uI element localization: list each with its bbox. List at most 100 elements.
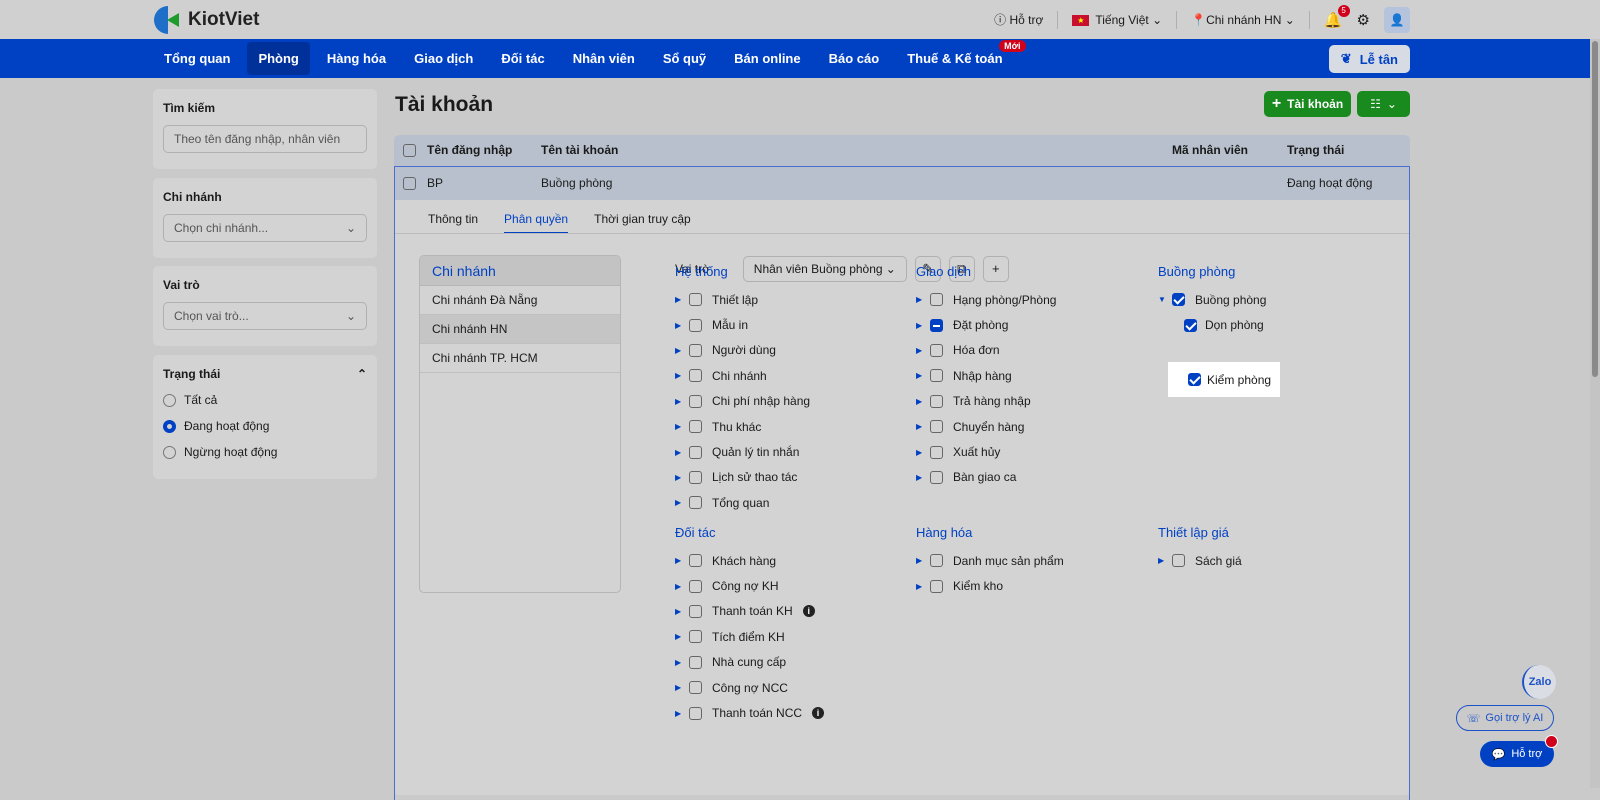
permission-checkbox[interactable] (930, 369, 943, 383)
search-input[interactable]: Theo tên đăng nhập, nhân viên (163, 125, 367, 153)
caret-right-icon[interactable]: ▶ (675, 632, 683, 641)
caret-right-icon[interactable]: ▶ (675, 709, 683, 718)
radio-selected[interactable] (163, 419, 176, 433)
permission-checkbox[interactable] (689, 630, 702, 644)
permission-checkbox[interactable] (689, 318, 702, 332)
permission-item[interactable]: ▶ Bàn giao ca (916, 465, 1056, 490)
caret-right-icon[interactable]: ▶ (675, 556, 683, 565)
col-employee-code[interactable]: Mã nhân viên (1172, 135, 1248, 166)
column-view-button[interactable]: ☷ ⌄ (1357, 91, 1410, 117)
nav-tong-quan[interactable]: Tổng quan (153, 42, 241, 75)
permission-item[interactable]: ▶ Xuất hủy (916, 439, 1056, 464)
permission-item[interactable]: ▶ Chi phí nhập hàng (675, 389, 810, 414)
caret-right-icon[interactable]: ▶ (675, 371, 683, 380)
permission-item[interactable]: ▶ Công nợ NCC (675, 675, 824, 700)
tab-permissions[interactable]: Phân quyền (504, 212, 569, 234)
permission-checkbox[interactable] (930, 318, 943, 332)
caret-right-icon[interactable]: ▶ (916, 422, 924, 431)
ai-assistant-button[interactable]: ☏ Gọi trợ lý AI (1456, 705, 1554, 731)
role-filter-select[interactable]: Chọn vai trò... ⌄ (163, 302, 367, 330)
caret-right-icon[interactable]: ▶ (916, 556, 924, 565)
support-link[interactable]: ⓘ Hỗ trợ (994, 11, 1043, 28)
branch-item[interactable]: Chi nhánh Đà Nẵng (420, 286, 620, 315)
nav-hang-hoa[interactable]: Hàng hóa (316, 42, 397, 75)
permission-item[interactable]: ▶ Thanh toán NCC i (675, 700, 825, 725)
caret-right-icon[interactable]: ▶ (916, 448, 924, 457)
col-account-name[interactable]: Tên tài khoản (541, 135, 618, 166)
zalo-button[interactable]: Zalo (1522, 665, 1556, 699)
info-icon[interactable]: i (802, 605, 815, 618)
caret-right-icon[interactable]: ▶ (675, 448, 683, 457)
radio[interactable] (163, 445, 176, 459)
permission-checkbox[interactable] (930, 554, 943, 568)
permission-checkbox[interactable] (930, 420, 943, 434)
permission-checkbox[interactable] (689, 369, 702, 383)
permission-checkbox[interactable] (689, 293, 702, 307)
permission-item[interactable]: ▶ Chuyển hàng (916, 414, 1056, 439)
permission-checkbox[interactable] (930, 394, 943, 408)
language-select[interactable]: ★ Tiếng Việt ⌄ (1072, 13, 1162, 27)
checkbox-checked[interactable] (1188, 373, 1201, 386)
permission-checkbox[interactable] (689, 655, 702, 669)
permission-checkbox[interactable] (689, 394, 702, 408)
add-account-button[interactable]: + Tài khoản (1264, 91, 1351, 117)
permission-checkbox[interactable] (689, 706, 702, 720)
permission-item[interactable]: ▶ Sách giá (1158, 548, 1242, 573)
logo[interactable]: KiotViet (154, 6, 259, 34)
permission-item[interactable]: ▶ Hạng phòng/Phòng (916, 287, 1056, 312)
permission-item[interactable]: ▶ Trả hàng nhập (916, 389, 1056, 414)
scrollbar[interactable] (1590, 39, 1600, 788)
status-option-inactive[interactable]: Ngừng hoạt động (163, 445, 367, 459)
caret-right-icon[interactable]: ▶ (675, 295, 683, 304)
permission-checkbox[interactable] (689, 604, 702, 618)
permission-checkbox[interactable] (930, 579, 943, 593)
caret-right-icon[interactable]: ▶ (916, 346, 924, 355)
permission-item[interactable]: ▶ Lịch sử thao tác (675, 465, 810, 490)
support-chat-button[interactable]: 💬 Hỗ trợ (1480, 735, 1558, 767)
nav-nhan-vien[interactable]: Nhân viên (562, 42, 646, 75)
settings-gear-icon[interactable]: ⚙ (1357, 11, 1370, 29)
user-avatar[interactable]: 👤 (1384, 6, 1410, 33)
nav-bao-cao[interactable]: Báo cáo (818, 42, 891, 75)
caret-right-icon[interactable]: ▶ (916, 321, 924, 330)
caret-right-icon[interactable]: ▶ (916, 397, 924, 406)
col-status[interactable]: Trạng thái (1287, 135, 1344, 166)
table-row[interactable]: BP Buồng phòng Đang hoạt động (394, 166, 1410, 200)
tab-info[interactable]: Thông tin (428, 212, 478, 234)
select-all-checkbox[interactable] (403, 144, 416, 158)
permission-checkbox[interactable] (689, 554, 702, 568)
caret-right-icon[interactable]: ▶ (675, 473, 683, 482)
permission-checkbox[interactable] (689, 579, 702, 593)
permission-item[interactable]: ▶ Thiết lập (675, 287, 810, 312)
caret-right-icon[interactable]: ▶ (675, 582, 683, 591)
caret-right-icon[interactable]: ▶ (916, 582, 924, 591)
permission-item[interactable]: ▶ Danh mục sản phẩm (916, 548, 1064, 573)
row-checkbox[interactable] (403, 177, 416, 191)
permission-item[interactable]: ▶ Quản lý tin nhắn (675, 439, 810, 464)
nav-phong[interactable]: Phòng (247, 42, 310, 75)
tab-access-time[interactable]: Thời gian truy cập (594, 212, 691, 234)
permission-checkbox[interactable] (689, 470, 702, 484)
highlighted-permission-kiem-phong[interactable]: Kiểm phòng (1168, 362, 1280, 397)
permission-checkbox[interactable] (689, 496, 702, 510)
permission-checkbox[interactable] (689, 343, 702, 357)
permission-item[interactable]: ▶ Mẫu in (675, 312, 810, 337)
permission-checkbox[interactable] (1172, 293, 1185, 307)
nav-so-quy[interactable]: Sổ quỹ (652, 42, 717, 75)
caret-down-icon[interactable]: ▼ (1158, 295, 1166, 304)
status-option-active[interactable]: Đang hoạt động (163, 419, 367, 433)
radio[interactable] (163, 393, 176, 407)
permission-item[interactable]: ▶ Chi nhánh (675, 363, 810, 388)
info-icon[interactable]: i (812, 707, 825, 720)
branch-item[interactable]: Chi nhánh TP. HCM (420, 344, 620, 373)
permission-item[interactable]: ▶ Tổng quan (675, 490, 810, 515)
caret-right-icon[interactable]: ▶ (675, 607, 683, 616)
caret-right-icon[interactable]: ▶ (1158, 556, 1166, 565)
nav-doi-tac[interactable]: Đối tác (490, 42, 555, 75)
scrollbar-thumb[interactable] (1592, 41, 1598, 377)
permission-item[interactable]: ▶ Kiểm kho (916, 573, 1064, 598)
caret-right-icon[interactable]: ▶ (675, 397, 683, 406)
permission-item[interactable]: ▶ Nhà cung cấp (675, 650, 824, 675)
branch-select[interactable]: 📍Chi nhánh HN ⌄ (1191, 13, 1295, 27)
permission-item[interactable]: ▶ Người dùng (675, 338, 810, 363)
